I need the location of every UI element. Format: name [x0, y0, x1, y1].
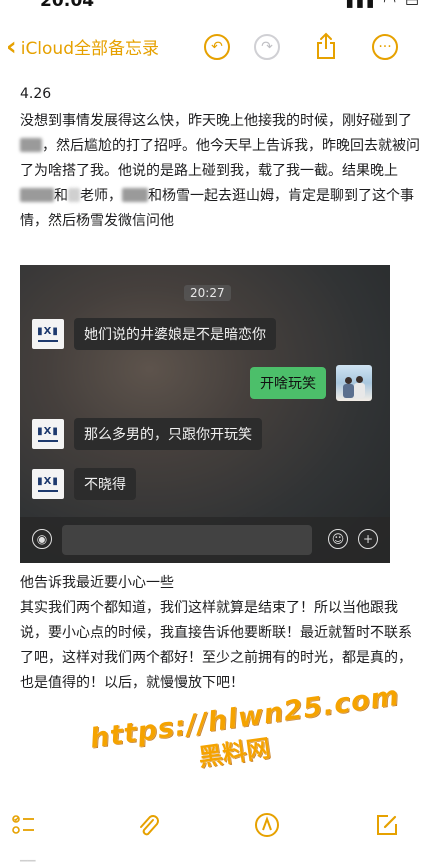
chat-message: 开啥玩笑: [250, 365, 372, 401]
share-icon[interactable]: [314, 32, 338, 60]
undo-icon[interactable]: ↶: [204, 34, 230, 60]
more-icon[interactable]: ···: [372, 34, 398, 60]
compose-icon[interactable]: [374, 812, 400, 838]
paperclip-icon[interactable]: [136, 812, 160, 838]
note-line: 他告诉我最近要小心一些: [20, 575, 174, 591]
contact-avatar: ▮X▮: [32, 469, 64, 499]
contact-avatar: ▮X▮: [32, 319, 64, 349]
emoji-icon: ☺: [328, 529, 348, 549]
note-paragraph: 其实我们两个都知道，我们这样就算是结束了！所以当他跟我说，要小心点的时候，我直接…: [20, 600, 412, 691]
chat-message: ▮X▮ 她们说的井婆娘是不是暗恋你: [32, 318, 276, 350]
back-label: iCloud全部备忘录: [20, 39, 160, 59]
chevron-left-icon: ‹: [6, 31, 17, 62]
watermark: https://hlwn25.com 黑料网: [88, 681, 401, 803]
status-icons: ▮▮▮ ◠ ▭: [345, 0, 421, 10]
redo-icon[interactable]: ↷: [254, 34, 280, 60]
chat-bubble: 她们说的井婆娘是不是暗恋你: [74, 318, 276, 350]
self-avatar: [336, 365, 372, 401]
chat-input-field: [62, 525, 312, 555]
status-time: 20:04: [40, 0, 95, 11]
home-indicator: ▁▁: [20, 851, 36, 862]
note-date: 4.26: [20, 86, 52, 102]
chat-bubble: 那么多男的，只跟你开玩笑: [74, 418, 262, 450]
redacted-name: [68, 188, 80, 202]
note-body-continued[interactable]: 他告诉我最近要小心一些 其实我们两个都知道，我们这样就算是结束了！所以当他跟我说…: [20, 571, 425, 696]
redacted-name: [20, 188, 54, 202]
contact-avatar: ▮X▮: [32, 419, 64, 449]
bottom-toolbar: [0, 808, 443, 848]
nav-bar: ‹ iCloud全部备忘录 ↶ ↷ ···: [0, 30, 443, 66]
back-button[interactable]: ‹ iCloud全部备忘录: [6, 31, 160, 62]
markup-icon[interactable]: [254, 812, 280, 838]
status-bar: 20:04 ▮▮▮ ◠ ▭: [0, 0, 443, 12]
chat-screenshot[interactable]: 20:27 ▮X▮ 她们说的井婆娘是不是暗恋你 开啥玩笑 ▮X▮ 那么多男的，只…: [20, 265, 390, 563]
plus-icon: +: [358, 529, 378, 549]
voice-icon: ◉: [32, 529, 52, 549]
redacted-name: [20, 138, 42, 152]
note-paragraph: 没想到事情发展得这么快，昨天晚上他接我的时候，刚好碰到了，然后尴尬的打了招呼。他…: [20, 113, 420, 229]
chat-timestamp: 20:27: [184, 285, 231, 301]
redacted-name: [122, 188, 148, 202]
chat-bubble: 不晓得: [74, 468, 136, 500]
note-body[interactable]: 4.26 没想到事情发展得这么快，昨天晚上他接我的时候，刚好碰到了，然后尴尬的打…: [20, 82, 425, 234]
chat-message: ▮X▮ 那么多男的，只跟你开玩笑: [32, 418, 262, 450]
chat-bubble: 开啥玩笑: [250, 367, 326, 399]
chat-input-bar: ◉ ☺ +: [20, 517, 390, 563]
checklist-icon[interactable]: [12, 812, 36, 838]
chat-message: ▮X▮ 不晓得: [32, 468, 136, 500]
